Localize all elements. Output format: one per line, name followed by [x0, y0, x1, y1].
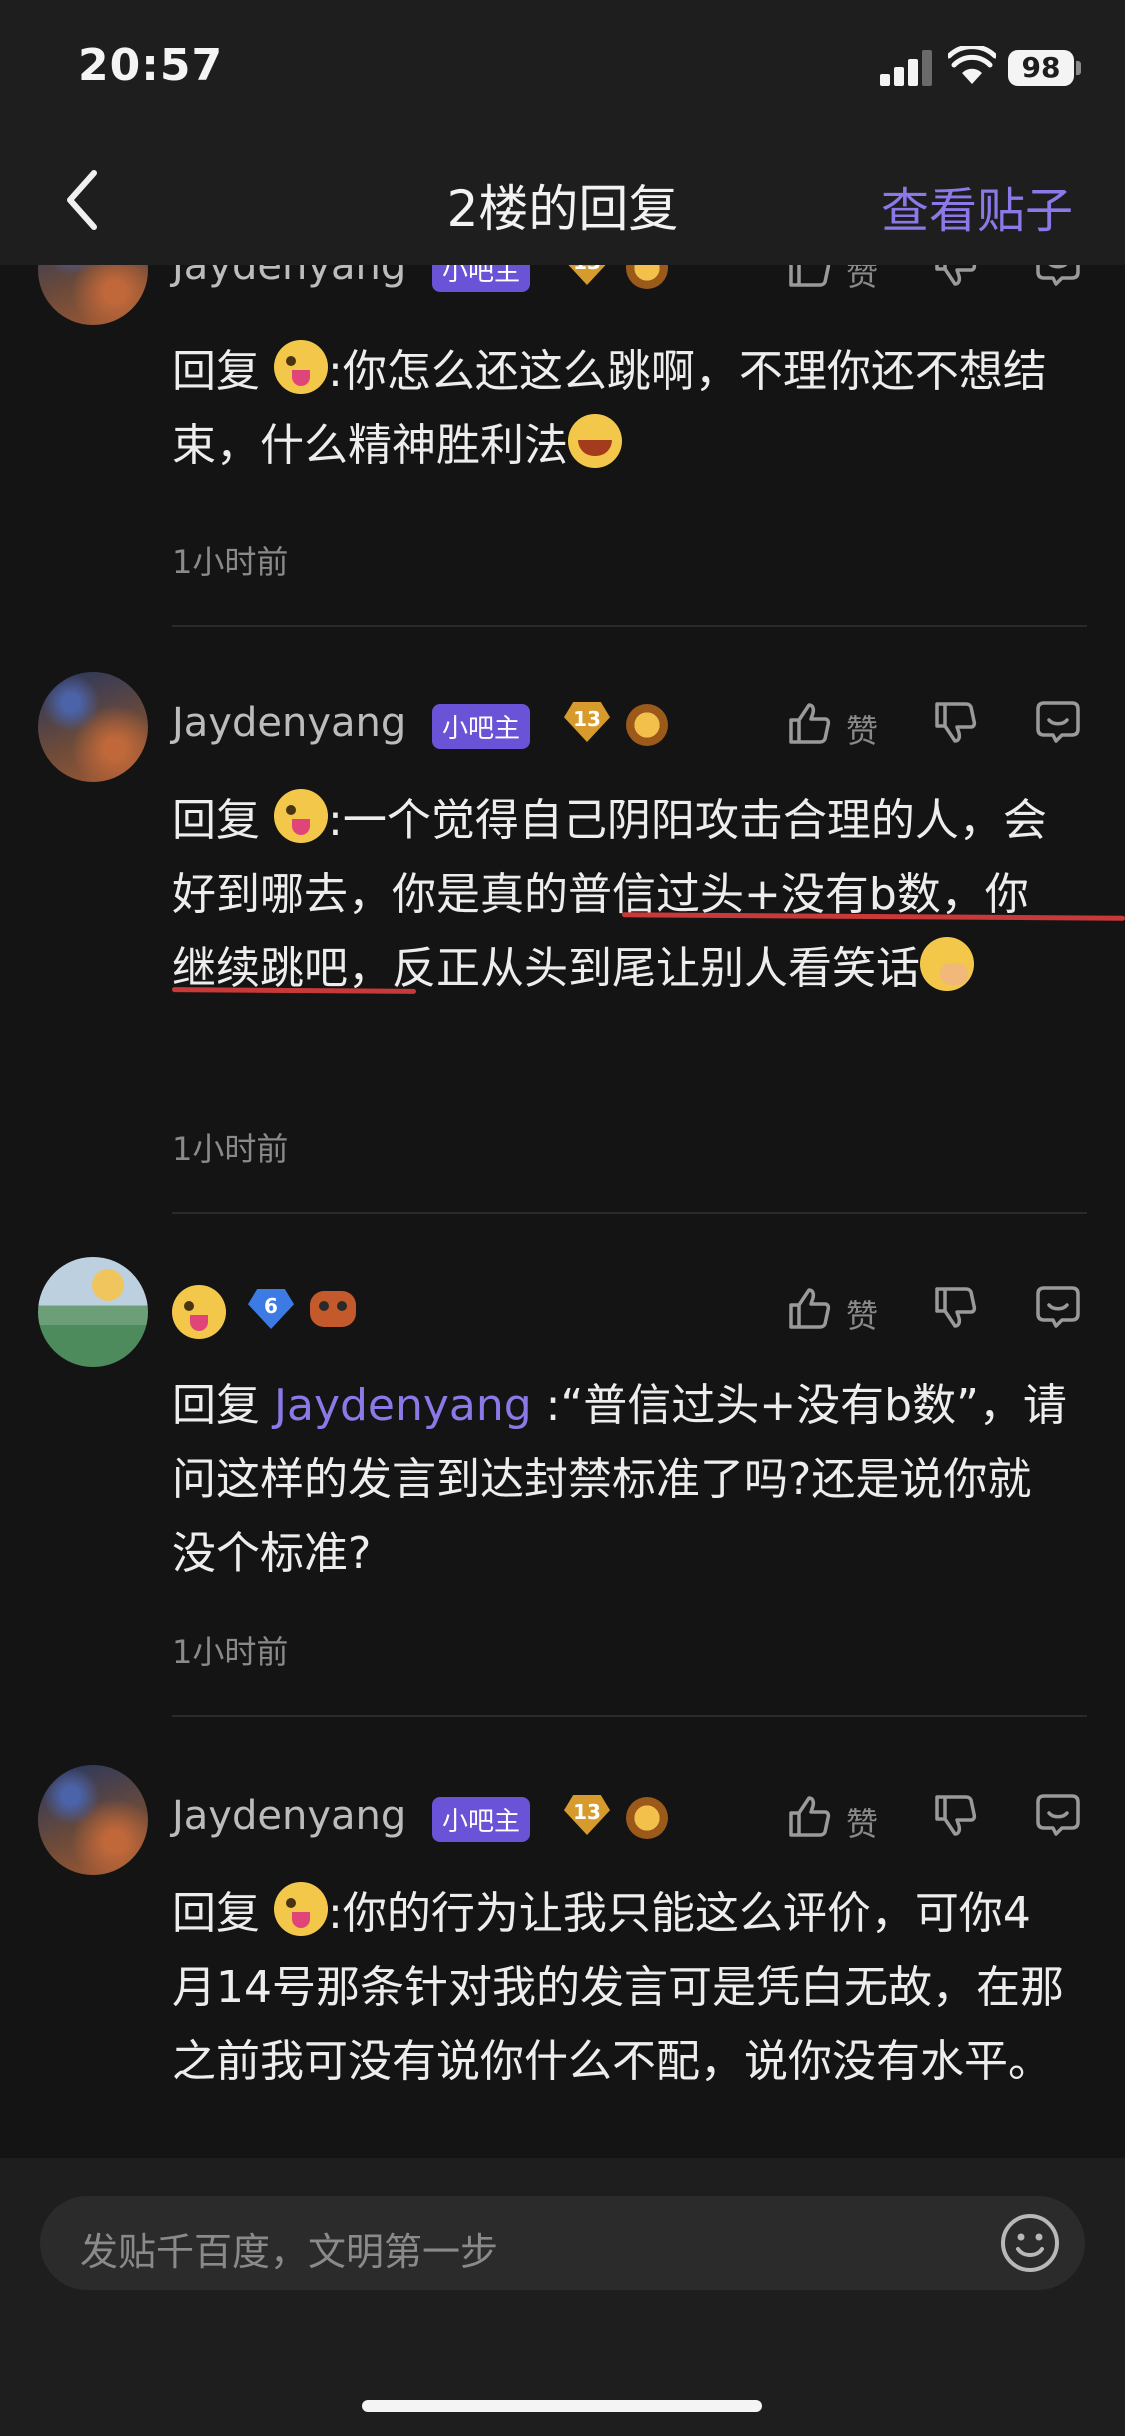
reply-text: 回复 :你怎么还这么跳啊，不理你还不想结束，什么精神胜利法: [172, 335, 1072, 483]
game-controller-icon: [310, 1291, 356, 1327]
username[interactable]: Jaydenyang: [172, 1793, 406, 1839]
reply-prefix: 回复: [172, 346, 260, 397]
reply-text: 回复 :一个觉得自己阴阳攻击合理的人，会好到哪去，你是真的普信过头+没有b数，你…: [172, 784, 1072, 1006]
status-time: 20:57: [78, 40, 224, 91]
comment-icon[interactable]: [1034, 1791, 1082, 1839]
navigation-bar: 2楼的回复 查看贴子: [0, 135, 1125, 265]
medal-icon: [626, 265, 668, 289]
input-placeholder: 发贴千百度，文明第一步: [80, 2230, 499, 2274]
view-post-link[interactable]: 查看贴子: [881, 171, 1073, 241]
wink-tongue-emoji-icon: [274, 789, 328, 843]
avatar[interactable]: [38, 1257, 148, 1367]
reply-item: Jaydenyang 小吧主 13 赞 回复 :你的行为让我只能这么评价，可你4…: [0, 1765, 1125, 2158]
wink-tongue-emoji-icon: [274, 340, 328, 394]
thumbs-up-icon[interactable]: [786, 265, 832, 289]
wink-tongue-emoji-icon: [274, 1882, 328, 1936]
thumbs-up-icon[interactable]: [786, 700, 832, 746]
timestamp: 1小时前: [172, 543, 289, 581]
moderator-badge: 小吧主: [432, 704, 531, 749]
username[interactable]: Jaydenyang: [172, 265, 406, 289]
status-bar: 20:57 98: [0, 0, 1125, 135]
bottom-input-bar: 发贴千百度，文明第一步: [0, 2158, 1125, 2436]
comment-icon[interactable]: [1034, 1283, 1082, 1331]
wifi-icon: [948, 46, 996, 84]
username[interactable]: Jaydenyang: [172, 700, 406, 746]
reply-prefix: 回复: [172, 1888, 260, 1939]
cellular-signal-icon: [880, 50, 936, 86]
reply-text: 回复 :你的行为让我只能这么评价，可你4月14号那条针对我的发言可是凭白无故，在…: [172, 1877, 1072, 2099]
level-badge-icon: 13: [564, 265, 610, 285]
medal-icon: [626, 704, 668, 746]
divider: [172, 625, 1087, 627]
timestamp: 1小时前: [172, 1130, 289, 1168]
divider: [172, 1212, 1087, 1214]
avatar[interactable]: [38, 1765, 148, 1875]
thumbs-down-icon[interactable]: [932, 1793, 978, 1839]
avatar[interactable]: [38, 672, 148, 782]
like-label[interactable]: 赞: [846, 1799, 878, 1845]
battery-tip: [1076, 61, 1081, 75]
thumbs-up-icon[interactable]: [786, 1285, 832, 1331]
level-number: 6: [264, 1294, 278, 1318]
reply-item: Jaydenyang 小吧主 13 赞 回复 :一个觉得自己阴阳攻击合理的人，会…: [0, 672, 1125, 1232]
divider: [172, 1715, 1087, 1717]
thumbs-down-icon[interactable]: [932, 700, 978, 746]
reply-prefix: 回复: [172, 1380, 260, 1431]
thumbs-down-icon[interactable]: [932, 265, 978, 289]
mention-link[interactable]: Jaydenyang: [274, 1380, 532, 1431]
level-number: 13: [564, 265, 610, 274]
moderator-badge: 小吧主: [432, 1797, 531, 1842]
level-number: 13: [573, 1800, 601, 1824]
back-chevron-icon[interactable]: [60, 167, 110, 233]
reply-prefix: 回复: [172, 795, 260, 846]
reply-list[interactable]: Jaydenyang 小吧主 13 赞 回复 :你怎么还这么跳啊，不理你还不想结…: [0, 265, 1125, 2158]
battery-level: 98: [1008, 50, 1074, 86]
like-label[interactable]: 赞: [846, 265, 878, 295]
timestamp: 1小时前: [172, 1633, 289, 1671]
level-badge-icon: 6: [248, 1289, 294, 1329]
level-number: 13: [573, 707, 601, 731]
hand-over-mouth-emoji-icon: [920, 937, 974, 991]
reply-text: 回复 Jaydenyang :“普信过头+没有b数”，请问这样的发言到达封禁标准…: [172, 1369, 1072, 1591]
level-badge-icon: 13: [564, 1795, 610, 1835]
level-badge-icon: 13: [564, 702, 610, 742]
comment-icon[interactable]: [1034, 265, 1082, 289]
comment-icon[interactable]: [1034, 698, 1082, 746]
thumbs-down-icon[interactable]: [932, 1285, 978, 1331]
medal-icon: [626, 1797, 668, 1839]
comment-input[interactable]: 发贴千百度，文明第一步: [40, 2196, 1085, 2290]
reply-item: 6 赞 回复 Jaydenyang :“普信过头+没有b数”，请问这样的发言到达…: [0, 1257, 1125, 1737]
like-label[interactable]: 赞: [846, 706, 878, 752]
avatar[interactable]: [38, 265, 148, 325]
emoji-picker-icon[interactable]: [999, 2212, 1061, 2274]
moderator-badge: 小吧主: [432, 265, 531, 292]
laughing-emoji-icon: [568, 414, 622, 468]
home-indicator[interactable]: [362, 2400, 762, 2412]
wink-tongue-emoji-icon: [172, 1285, 226, 1339]
thumbs-up-icon[interactable]: [786, 1793, 832, 1839]
like-label[interactable]: 赞: [846, 1291, 878, 1337]
